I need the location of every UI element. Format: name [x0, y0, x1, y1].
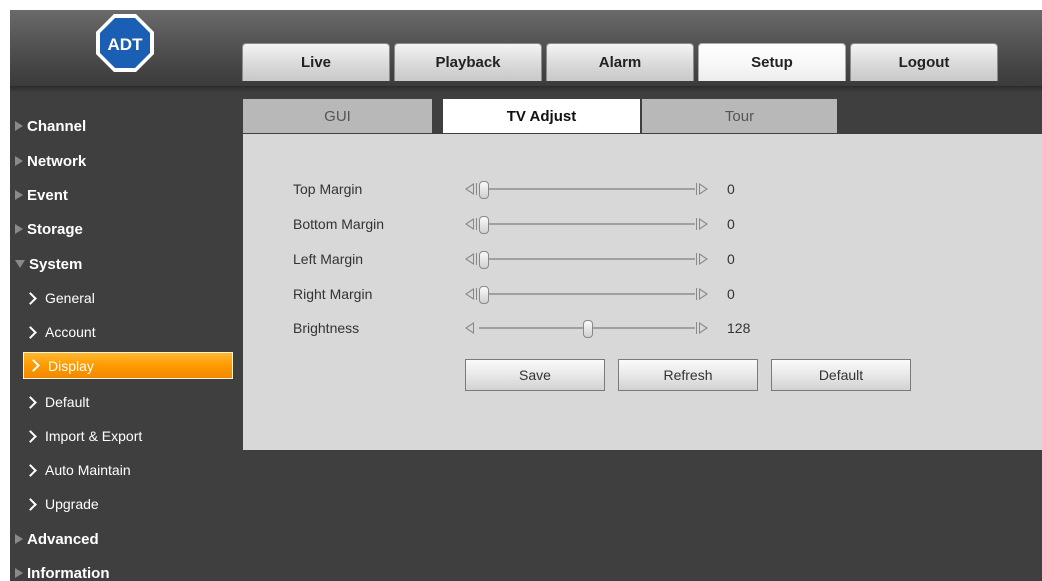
bottom-margin-label: Bottom Margin: [293, 216, 385, 232]
sidebar-item-label: Event: [27, 186, 68, 204]
sidebar-subitem-account[interactable]: Account: [10, 320, 230, 344]
expand-arrow-icon: [15, 224, 23, 234]
save-button[interactable]: Save: [465, 359, 605, 391]
sidebar-subitem-default[interactable]: Default: [10, 390, 230, 414]
sidebar-item-label: Storage: [27, 220, 83, 238]
sidebar-item-information[interactable]: Information: [10, 561, 230, 581]
header-bar: ADT Live Playback Alarm Setup Logout: [10, 10, 1042, 88]
left-margin-slider[interactable]: 0: [463, 250, 763, 270]
chevron-right-icon: [24, 395, 37, 409]
sidebar-subitem-general[interactable]: General: [10, 286, 230, 310]
sidebar-item-label: Account: [45, 324, 96, 340]
slider-value: 0: [727, 216, 735, 232]
slider-value: 128: [727, 320, 751, 336]
subtab-tour[interactable]: Tour: [642, 99, 837, 133]
chevron-right-icon: [24, 325, 37, 339]
slider-value: 0: [727, 181, 735, 197]
chevron-right-icon: [24, 291, 37, 305]
tab-alarm[interactable]: Alarm: [546, 43, 694, 81]
slider-value: 0: [727, 286, 735, 302]
adt-logo: ADT: [96, 14, 154, 72]
sidebar-item-label: Import & Export: [45, 428, 143, 444]
increase-arrow-icon[interactable]: [699, 183, 708, 195]
app-window: ADT Live Playback Alarm Setup Logout Cha…: [10, 10, 1042, 581]
chevron-right-icon: [24, 463, 37, 477]
slider-thumb[interactable]: [479, 181, 489, 199]
sidebar-item-label: Display: [48, 357, 94, 374]
brightness-label: Brightness: [293, 320, 360, 336]
tab-setup[interactable]: Setup: [698, 43, 846, 81]
sidebar-subitem-upgrade[interactable]: Upgrade: [10, 492, 230, 516]
decrease-arrow-icon[interactable]: [465, 322, 474, 334]
right-margin-label: Right Margin: [293, 286, 373, 302]
subtab-gui[interactable]: GUI: [243, 99, 432, 133]
increase-arrow-icon[interactable]: [699, 288, 708, 300]
slider-track[interactable]: [479, 293, 695, 295]
sidebar-item-label: Upgrade: [45, 496, 99, 512]
increase-arrow-icon[interactable]: [699, 253, 708, 265]
chevron-right-icon: [24, 429, 37, 443]
collapse-arrow-icon: [15, 260, 25, 268]
increase-arrow-icon[interactable]: [699, 218, 708, 230]
sidebar-item-event[interactable]: Event: [10, 183, 230, 207]
subtab-tv-adjust[interactable]: TV Adjust: [443, 99, 640, 133]
sidebar-subitem-auto-maintain[interactable]: Auto Maintain: [10, 458, 230, 482]
chevron-right-icon: [24, 497, 37, 511]
decrease-arrow-icon[interactable]: [465, 218, 474, 230]
sidebar-item-storage[interactable]: Storage: [10, 217, 230, 241]
decrease-arrow-icon[interactable]: [465, 288, 474, 300]
slider-thumb[interactable]: [479, 251, 489, 269]
sidebar-item-label: Channel: [27, 117, 87, 135]
top-margin-label: Top Margin: [293, 181, 363, 197]
chevron-right-icon: [27, 359, 40, 372]
slider-track[interactable]: [479, 258, 695, 260]
header-divider: [10, 86, 1042, 92]
slider-value: 0: [727, 251, 735, 267]
top-margin-slider[interactable]: 0: [463, 180, 763, 200]
sidebar-item-network[interactable]: Network: [10, 149, 230, 173]
sidebar-subitem-display[interactable]: Display: [23, 352, 233, 379]
expand-arrow-icon: [15, 121, 23, 131]
sidebar-item-channel[interactable]: Channel: [10, 114, 230, 138]
brightness-slider[interactable]: 128: [463, 319, 763, 339]
tab-playback[interactable]: Playback: [394, 43, 542, 81]
tab-logout[interactable]: Logout: [850, 43, 998, 81]
tv-adjust-panel: Top Margin 0 Bottom Margin 0 Left Margin: [243, 134, 1042, 450]
expand-arrow-icon: [15, 190, 23, 200]
sidebar-item-system[interactable]: System: [10, 252, 230, 276]
sidebar-item-label: Information: [27, 564, 110, 581]
slider-thumb[interactable]: [479, 216, 489, 234]
sidebar-item-label: Default: [45, 394, 90, 410]
right-margin-slider[interactable]: 0: [463, 285, 763, 305]
increase-arrow-icon[interactable]: [699, 322, 708, 334]
sidebar-subitem-import-export[interactable]: Import & Export: [10, 424, 230, 448]
sidebar-item-label: Network: [27, 152, 87, 170]
sidebar-item-label: Auto Maintain: [45, 462, 131, 478]
expand-arrow-icon: [15, 156, 23, 166]
tab-live[interactable]: Live: [242, 43, 390, 81]
decrease-arrow-icon[interactable]: [465, 253, 474, 265]
sidebar-item-label: General: [45, 290, 95, 306]
decrease-arrow-icon[interactable]: [465, 183, 474, 195]
refresh-button[interactable]: Refresh: [618, 359, 758, 391]
expand-arrow-icon: [15, 534, 23, 544]
slider-track[interactable]: [479, 223, 695, 225]
sidebar-item-label: Advanced: [27, 530, 99, 548]
slider-thumb[interactable]: [583, 320, 593, 338]
slider-track[interactable]: [479, 188, 695, 190]
sidebar-item-label: System: [29, 255, 83, 273]
slider-thumb[interactable]: [479, 286, 489, 304]
expand-arrow-icon: [15, 568, 23, 578]
default-button[interactable]: Default: [771, 359, 911, 391]
left-margin-label: Left Margin: [293, 251, 364, 267]
logo-text: ADT: [108, 35, 144, 54]
sidebar-item-advanced[interactable]: Advanced: [10, 527, 230, 551]
bottom-margin-slider[interactable]: 0: [463, 215, 763, 235]
